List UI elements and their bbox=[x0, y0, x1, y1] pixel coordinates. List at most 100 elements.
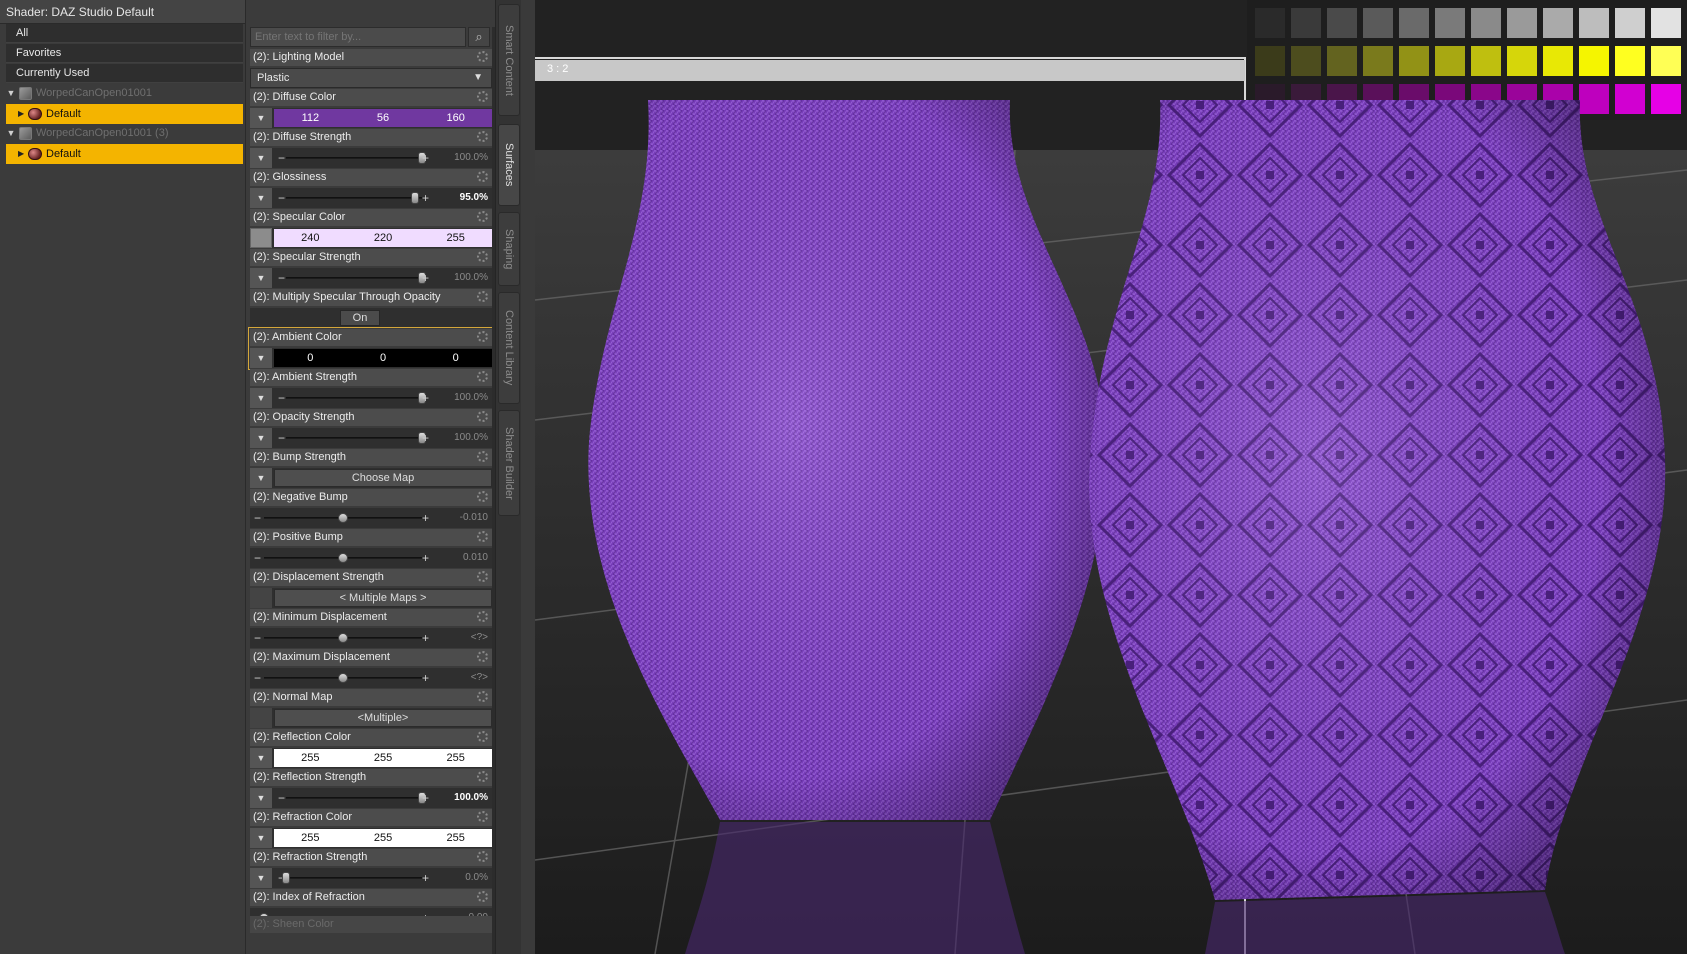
decrement-icon[interactable]: − bbox=[254, 628, 261, 648]
increment-icon[interactable]: + bbox=[422, 628, 429, 648]
search-icon[interactable]: ⌕ bbox=[468, 27, 490, 47]
slider-track[interactable] bbox=[286, 432, 426, 444]
decrement-icon[interactable]: − bbox=[278, 388, 285, 408]
gear-icon[interactable] bbox=[477, 491, 488, 502]
expand-right-icon[interactable]: ▶ bbox=[18, 144, 24, 164]
gear-icon[interactable] bbox=[477, 531, 488, 542]
tree-material-2[interactable]: ▶ Default bbox=[6, 144, 243, 164]
slider-track[interactable] bbox=[286, 272, 426, 284]
green-value[interactable]: 0 bbox=[347, 349, 420, 367]
increment-icon[interactable]: + bbox=[422, 388, 429, 408]
choose-map-button[interactable]: Choose Map bbox=[274, 469, 492, 487]
gear-icon[interactable] bbox=[477, 51, 488, 62]
map-menu-button[interactable] bbox=[250, 708, 272, 728]
color-field[interactable]: 255 255 255 bbox=[274, 829, 492, 847]
slider-track[interactable] bbox=[264, 633, 422, 643]
slider-value[interactable]: <?> bbox=[471, 668, 488, 688]
blue-value[interactable]: 255 bbox=[419, 749, 492, 767]
expand-down-icon[interactable]: ▼ bbox=[6, 124, 16, 143]
map-menu-button[interactable]: ▼ bbox=[250, 388, 272, 408]
increment-icon[interactable]: + bbox=[422, 668, 429, 688]
red-value[interactable]: 255 bbox=[274, 749, 347, 767]
gear-icon[interactable] bbox=[477, 611, 488, 622]
map-menu-button[interactable]: ▼ bbox=[250, 428, 272, 448]
gear-icon[interactable] bbox=[477, 571, 488, 582]
tab-shaping[interactable]: Shaping bbox=[498, 212, 520, 286]
green-value[interactable]: 220 bbox=[347, 229, 420, 247]
increment-icon[interactable]: + bbox=[422, 268, 429, 288]
multiply-specular-toggle[interactable]: On bbox=[340, 310, 380, 326]
gear-icon[interactable] bbox=[477, 331, 488, 342]
tab-shader-builder[interactable]: Shader Builder bbox=[498, 410, 520, 516]
slider-track[interactable] bbox=[286, 392, 426, 404]
slider-handle[interactable] bbox=[338, 633, 348, 643]
map-menu-button[interactable]: ▼ bbox=[250, 828, 272, 848]
increment-icon[interactable]: + bbox=[422, 508, 429, 528]
decrement-icon[interactable]: − bbox=[278, 188, 285, 208]
tree-object-2[interactable]: ▼ WorpedCanOpen01001 (3) bbox=[6, 124, 243, 143]
increment-icon[interactable]: + bbox=[422, 788, 429, 808]
filter-input[interactable] bbox=[250, 27, 466, 47]
map-menu-button[interactable]: ▼ bbox=[250, 148, 272, 168]
tree-material-1[interactable]: ▶ Default bbox=[6, 104, 243, 124]
map-menu-button[interactable]: ▼ bbox=[250, 268, 272, 288]
decrement-icon[interactable]: − bbox=[254, 508, 261, 528]
expand-down-icon[interactable]: ▼ bbox=[6, 84, 16, 103]
slider-value[interactable]: <?> bbox=[471, 628, 488, 648]
gear-icon[interactable] bbox=[477, 731, 488, 742]
slider-track[interactable] bbox=[264, 673, 422, 683]
tree-object-1[interactable]: ▼ WorpedCanOpen01001 bbox=[6, 84, 243, 103]
red-value[interactable]: 112 bbox=[274, 109, 347, 127]
gear-icon[interactable] bbox=[477, 211, 488, 222]
slider-track[interactable] bbox=[264, 513, 422, 523]
tab-smart-content[interactable]: Smart Content bbox=[498, 4, 520, 116]
map-menu-button[interactable]: ▼ bbox=[250, 108, 272, 128]
slider-track[interactable] bbox=[286, 192, 422, 204]
increment-icon[interactable]: + bbox=[422, 548, 429, 568]
gear-icon[interactable] bbox=[477, 371, 488, 382]
gear-icon[interactable] bbox=[477, 651, 488, 662]
slider-value[interactable]: 100.0% bbox=[454, 148, 488, 168]
category-currently-used[interactable]: Currently Used bbox=[6, 64, 243, 83]
increment-icon[interactable]: + bbox=[422, 868, 429, 888]
green-value[interactable]: 56 bbox=[347, 109, 420, 127]
blue-value[interactable]: 255 bbox=[419, 229, 492, 247]
slider-value[interactable]: 0.0% bbox=[465, 868, 488, 888]
map-menu-button[interactable]: ▼ bbox=[250, 788, 272, 808]
slider-handle[interactable] bbox=[338, 673, 348, 683]
gear-icon[interactable] bbox=[477, 771, 488, 782]
gear-icon[interactable] bbox=[477, 451, 488, 462]
slider-track[interactable] bbox=[286, 152, 426, 164]
decrement-icon[interactable]: − bbox=[254, 548, 261, 568]
map-menu-button[interactable]: ▼ bbox=[250, 188, 272, 208]
slider-track[interactable] bbox=[286, 792, 426, 804]
red-value[interactable]: 255 bbox=[274, 829, 347, 847]
gear-icon[interactable] bbox=[477, 691, 488, 702]
slider-value[interactable]: 95.0% bbox=[460, 188, 488, 208]
increment-icon[interactable]: + bbox=[422, 188, 429, 208]
slider-value[interactable]: 100.0% bbox=[454, 428, 488, 448]
increment-icon[interactable]: + bbox=[422, 148, 429, 168]
category-all[interactable]: All bbox=[6, 24, 243, 43]
gear-icon[interactable] bbox=[477, 91, 488, 102]
red-value[interactable]: 240 bbox=[274, 229, 347, 247]
decrement-icon[interactable]: − bbox=[278, 428, 285, 448]
slider-value[interactable]: -0.010 bbox=[460, 508, 488, 528]
increment-icon[interactable]: + bbox=[422, 428, 429, 448]
map-menu-button[interactable]: ▼ bbox=[250, 748, 272, 768]
gear-icon[interactable] bbox=[477, 291, 488, 302]
tab-surfaces[interactable]: Surfaces bbox=[498, 124, 520, 206]
color-field[interactable]: 112 56 160 bbox=[274, 109, 492, 127]
gear-icon[interactable] bbox=[477, 171, 488, 182]
decrement-icon[interactable]: − bbox=[278, 148, 285, 168]
category-favorites[interactable]: Favorites bbox=[6, 44, 243, 63]
slider-track[interactable] bbox=[282, 872, 422, 884]
slider-value[interactable]: 100.0% bbox=[454, 388, 488, 408]
gear-icon[interactable] bbox=[477, 851, 488, 862]
slider-value[interactable]: 0.010 bbox=[463, 548, 488, 568]
tab-content-library[interactable]: Content Library bbox=[498, 292, 520, 404]
decrement-icon[interactable]: − bbox=[278, 268, 285, 288]
gear-icon[interactable] bbox=[477, 131, 488, 142]
color-field[interactable]: 255 255 255 bbox=[274, 749, 492, 767]
blue-value[interactable]: 255 bbox=[419, 829, 492, 847]
